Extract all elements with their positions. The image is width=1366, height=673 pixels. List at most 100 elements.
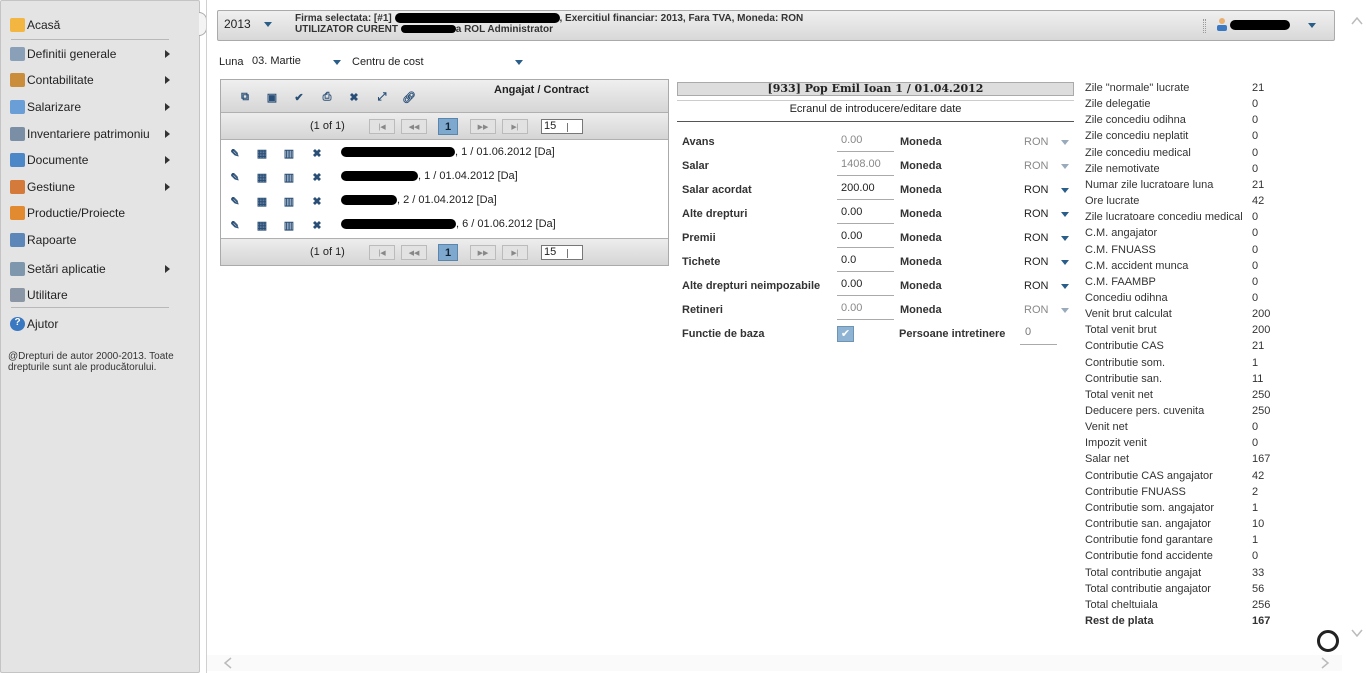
- summary-row: Rest de plata 167: [1085, 615, 1285, 630]
- summary-label: Contributie som.: [1085, 356, 1166, 369]
- chevron-down-icon[interactable]: [264, 22, 272, 27]
- summary-label: Zile concediu neplatit: [1085, 130, 1189, 143]
- check-icon[interactable]: ✔: [293, 91, 305, 104]
- currency-select[interactable]: RON: [1024, 232, 1048, 244]
- sidebar-item-acasă[interactable]: Acasă: [10, 14, 192, 36]
- truck-icon: [10, 206, 25, 220]
- page-size-select[interactable]: 15: [541, 245, 583, 260]
- book-icon[interactable]: ▥: [283, 219, 295, 232]
- currency-select[interactable]: RON: [1024, 256, 1048, 268]
- user-menu-chevron-icon[interactable]: [1308, 23, 1316, 28]
- redacted-user-menu[interactable]: [1230, 20, 1290, 30]
- month-label: Luna: [219, 56, 244, 68]
- employee-contract[interactable]: , 2 / 01.04.2012 [Da]: [341, 194, 497, 206]
- delete-icon[interactable]: ✖: [348, 91, 360, 104]
- resize-grip[interactable]: [1203, 19, 1206, 33]
- sidebar-item-documente[interactable]: Documente: [10, 149, 192, 171]
- main-content: 2013 Firma selectata: [#1] , Exercitiul …: [206, 0, 1366, 673]
- employee-contract[interactable]: , 1 / 01.04.2012 [Da]: [341, 170, 518, 182]
- calendar-icon[interactable]: ▦: [256, 195, 268, 208]
- calendar-icon[interactable]: ▦: [256, 219, 268, 232]
- calendar-icon[interactable]: ▦: [256, 171, 268, 184]
- amount-input[interactable]: 200.00: [837, 180, 894, 200]
- edit-icon[interactable]: ✎: [229, 147, 241, 160]
- table-row[interactable]: ✎ ▦ ▥ ✖ , 2 / 01.04.2012 [Da]: [221, 189, 668, 213]
- last-page-button[interactable]: ▶|: [502, 245, 528, 260]
- expand-icon[interactable]: ⤢: [376, 91, 388, 103]
- last-page-button[interactable]: ▶|: [502, 119, 528, 134]
- currency-select[interactable]: RON: [1024, 208, 1048, 220]
- save-icon[interactable]: ▣: [266, 91, 278, 104]
- scroll-up-icon[interactable]: [1351, 16, 1363, 26]
- currency-select[interactable]: RON: [1024, 280, 1048, 292]
- sidebar-item-rapoarte[interactable]: Rapoarte: [10, 229, 192, 251]
- sidebar-item-inventariere-patrimoniu[interactable]: Inventariere patrimoniu: [10, 123, 192, 145]
- amount-input[interactable]: 0.00: [837, 228, 894, 248]
- edit-icon[interactable]: ✎: [229, 171, 241, 184]
- remove-icon[interactable]: ✖: [311, 147, 323, 160]
- inventory-icon: [10, 127, 25, 141]
- remove-icon[interactable]: ✖: [311, 171, 323, 184]
- page-size-select[interactable]: 15: [541, 119, 583, 134]
- amount-input[interactable]: 0.0: [837, 252, 894, 272]
- current-page-button[interactable]: 1: [438, 244, 458, 261]
- dependents-input[interactable]: 0: [1020, 324, 1057, 345]
- table-row[interactable]: ✎ ▦ ▥ ✖ , 1 / 01.06.2012 [Da]: [221, 141, 668, 165]
- sidebar-item-ajutor[interactable]: ? Ajutor: [10, 313, 192, 335]
- scroll-left-icon[interactable]: [223, 657, 233, 669]
- sidebar-item-setări-aplicatie[interactable]: Setări aplicatie: [10, 258, 192, 280]
- month-chevron-icon[interactable]: [333, 60, 341, 65]
- sidebar: Acasă Definitii generale Contabilitate Sala…: [0, 0, 200, 673]
- scroll-down-icon[interactable]: [1351, 628, 1363, 638]
- prev-page-button[interactable]: ◀◀: [401, 119, 427, 134]
- sidebar-item-productie-proiecte[interactable]: Productie/Proiecte: [10, 202, 192, 224]
- next-page-button[interactable]: ▶▶: [470, 119, 496, 134]
- amount-input[interactable]: 0.00: [837, 204, 894, 224]
- year-select[interactable]: 2013: [224, 17, 251, 31]
- remove-icon[interactable]: ✖: [311, 219, 323, 232]
- link-icon[interactable]: 🔗︎: [402, 91, 416, 104]
- base-function-checkbox[interactable]: ✔: [837, 326, 854, 342]
- sidebar-item-salarizare[interactable]: Salarizare: [10, 96, 192, 118]
- sidebar-item-contabilitate[interactable]: Contabilitate: [10, 69, 192, 91]
- table-row[interactable]: ✎ ▦ ▥ ✖ , 1 / 01.04.2012 [Da]: [221, 165, 668, 189]
- remove-icon[interactable]: ✖: [311, 195, 323, 208]
- summary-value: 0: [1252, 211, 1259, 224]
- scroll-right-icon[interactable]: [1320, 657, 1330, 669]
- submenu-arrow-icon: [165, 156, 170, 164]
- currency-chevron-icon[interactable]: [1061, 212, 1069, 217]
- employee-contract[interactable]: , 1 / 01.06.2012 [Da]: [341, 146, 555, 158]
- currency-chevron-icon[interactable]: [1061, 188, 1069, 193]
- edit-icon[interactable]: ✎: [229, 195, 241, 208]
- currency-chevron-icon[interactable]: [1061, 284, 1069, 289]
- employee-contract[interactable]: , 6 / 01.06.2012 [Da]: [341, 218, 556, 230]
- book-icon[interactable]: ▥: [283, 147, 295, 160]
- book-icon[interactable]: ▥: [283, 195, 295, 208]
- currency-chevron-icon[interactable]: [1061, 260, 1069, 265]
- book-icon[interactable]: ▥: [283, 171, 295, 184]
- first-page-button[interactable]: |◀: [369, 245, 395, 260]
- month-select[interactable]: 03. Martie: [252, 55, 301, 67]
- copy-icon[interactable]: ⧉: [239, 91, 251, 103]
- refresh-icon[interactable]: [1317, 630, 1339, 652]
- amount-input[interactable]: 0.00: [837, 276, 894, 296]
- current-page-button[interactable]: 1: [438, 118, 458, 135]
- horizontal-scrollbar[interactable]: [207, 655, 1342, 671]
- sidebar-divider: [11, 307, 169, 308]
- next-page-button[interactable]: ▶▶: [470, 245, 496, 260]
- first-page-button[interactable]: |◀: [369, 119, 395, 134]
- prev-page-button[interactable]: ◀◀: [401, 245, 427, 260]
- currency-select[interactable]: RON: [1024, 184, 1048, 196]
- cost-center-select[interactable]: Centru de cost: [352, 56, 424, 68]
- currency-chevron-icon[interactable]: [1061, 236, 1069, 241]
- sidebar-item-definitii-generale[interactable]: Definitii generale: [10, 43, 192, 65]
- sidebar-item-gestiune[interactable]: Gestiune: [10, 176, 192, 198]
- sidebar-item-utilitare[interactable]: Utilitare: [10, 284, 192, 306]
- calendar-icon[interactable]: ▦: [256, 147, 268, 160]
- cost-center-chevron-icon[interactable]: [515, 60, 523, 65]
- summary-row: Contributie fond garantare 1: [1085, 534, 1285, 549]
- edit-icon[interactable]: ✎: [229, 219, 241, 232]
- print-icon[interactable]: ⎙: [321, 91, 333, 103]
- table-row[interactable]: ✎ ▦ ▥ ✖ , 6 / 01.06.2012 [Da]: [221, 213, 668, 237]
- currency-label: Moneda: [900, 208, 942, 220]
